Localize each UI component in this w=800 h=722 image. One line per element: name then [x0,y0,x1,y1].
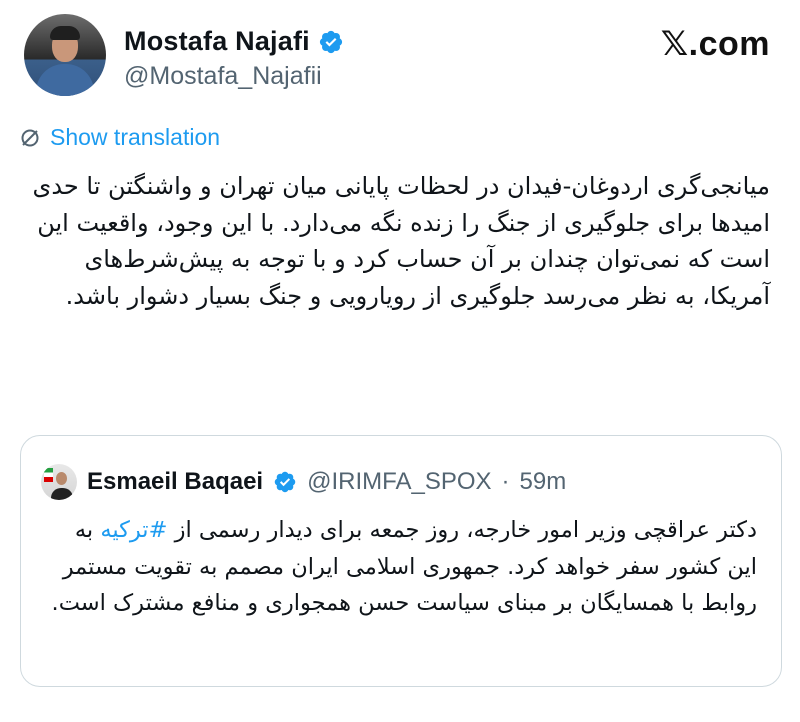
quoted-tweet-text: دکتر عراقچی وزیر امور خارجه، روز جمعه بر… [47,512,757,622]
author-avatar[interactable] [24,14,106,96]
verified-badge-icon [274,471,296,493]
globe-slash-icon [21,129,39,146]
iran-flag-icon [44,468,53,482]
avatar-face [56,472,67,485]
quoted-tweet-card[interactable]: Esmaeil Baqaei @IRIMFA_SPOX · 59m دکتر ع… [20,435,782,687]
quoted-author-avatar[interactable] [41,464,77,500]
quoted-tweet-time[interactable]: 59m [520,468,567,496]
show-translation-label[interactable]: Show translation [50,124,220,151]
quoted-author-name[interactable]: Esmaeil Baqaei [87,468,263,496]
meta-separator: · [501,468,510,495]
avatar-suit [51,488,73,500]
quoted-text-part-1: دکتر عراقچی وزیر امور خارجه، روز جمعه بر… [167,517,757,543]
x-brand-logo: 𝕏.com [660,25,770,63]
author-handle[interactable]: @Mostafa_Najafii [124,62,322,91]
avatar-shirt [36,64,94,96]
tweet-body-text: میانجی‌گری اردوغان-فیدان در لحظات پایانی… [32,172,770,310]
show-translation-link[interactable]: Show translation [20,124,220,151]
author-name-row[interactable]: Mostafa Najafi [124,26,344,57]
verified-badge-icon [319,30,342,53]
quoted-tweet-header: Esmaeil Baqaei @IRIMFA_SPOX · 59m [41,464,566,500]
tweet-screenshot: Mostafa Najafi @Mostafa_Najafii 𝕏.com Sh… [0,0,800,722]
avatar-hair [50,26,80,40]
hashtag-link[interactable]: #ترکیه [100,517,167,543]
quoted-author-handle[interactable]: @IRIMFA_SPOX [307,468,491,496]
author-display-name[interactable]: Mostafa Najafi [124,26,310,57]
